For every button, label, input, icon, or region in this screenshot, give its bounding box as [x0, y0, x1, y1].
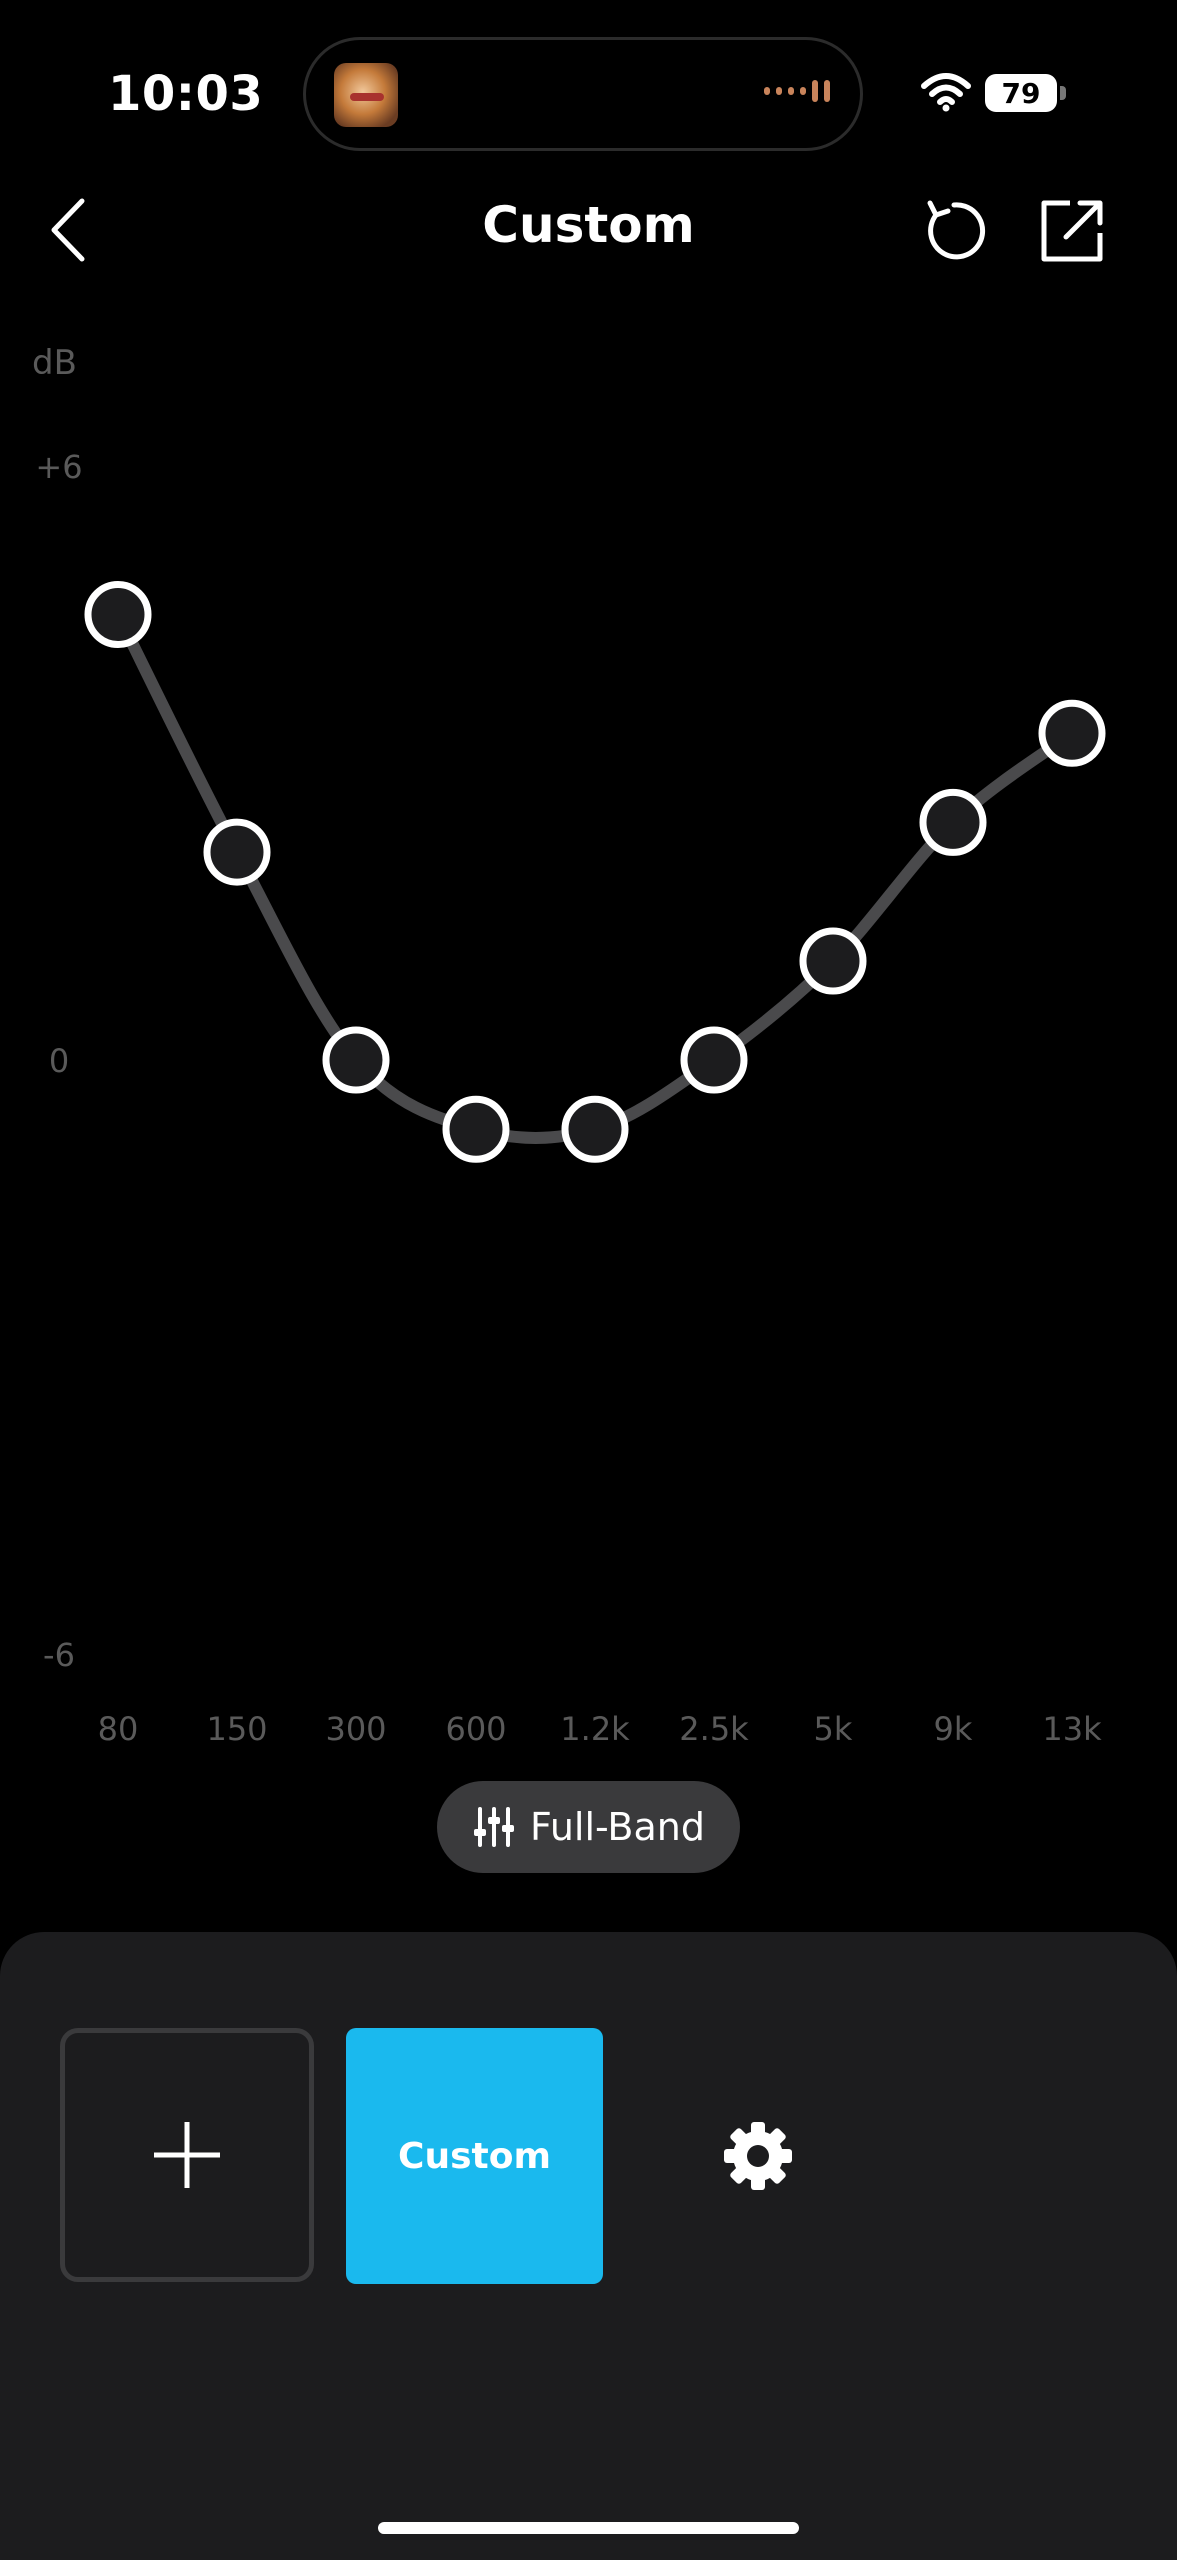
share-icon [1041, 200, 1103, 262]
page-title: Custom [482, 196, 695, 254]
x-tick-label: 2.5k [679, 1710, 749, 1748]
y-tick-label: +6 [35, 448, 82, 486]
album-art [334, 63, 398, 127]
x-tick-label: 9k [934, 1710, 973, 1748]
x-tick-label: 80 [98, 1710, 139, 1748]
battery-tip [1060, 86, 1066, 100]
band-node-2.5k[interactable] [680, 1026, 748, 1094]
sliders-icon [474, 1807, 515, 1847]
full-band-button[interactable]: Full-Band [437, 1781, 740, 1873]
y-axis-label: dB [32, 343, 77, 383]
gear-icon [724, 2122, 792, 2190]
band-node-1.2k[interactable] [561, 1095, 629, 1163]
preset-settings-button[interactable] [720, 2118, 796, 2194]
band-node-600[interactable] [442, 1095, 510, 1163]
add-preset-button[interactable] [60, 2028, 314, 2282]
now-playing-island[interactable] [303, 37, 863, 151]
x-tick-label: 13k [1042, 1710, 1102, 1748]
x-tick-label: 600 [445, 1710, 506, 1748]
full-band-label: Full-Band [530, 1805, 705, 1849]
eq-chart[interactable]: dB +6 0 -6 80 150 300 600 1.2k 2.5k 5k 9k 13k [0, 330, 1177, 1770]
y-tick-label: -6 [43, 1636, 75, 1674]
x-tick-label: 5k [814, 1710, 853, 1748]
status-time: 10:03 [108, 66, 264, 122]
band-node-80[interactable] [84, 581, 152, 648]
x-tick-label: 300 [325, 1710, 386, 1748]
waveform-icon [764, 80, 830, 102]
wifi-icon [921, 73, 971, 112]
band-node-5k[interactable] [799, 927, 867, 995]
band-node-150[interactable] [203, 818, 271, 886]
band-node-9k[interactable] [919, 788, 987, 856]
x-tick-label: 1.2k [560, 1710, 630, 1748]
battery-icon: 79 [985, 74, 1057, 112]
share-button[interactable] [1036, 195, 1108, 267]
home-indicator [378, 2522, 799, 2534]
reset-button[interactable] [918, 195, 990, 267]
band-node-13k[interactable] [1038, 699, 1106, 767]
x-tick-label: 150 [206, 1710, 267, 1748]
preset-custom[interactable]: Custom [346, 2028, 603, 2284]
plus-icon [154, 2122, 220, 2188]
band-node-300[interactable] [322, 1026, 390, 1094]
y-tick-label: 0 [49, 1042, 69, 1080]
eq-chart-svg[interactable]: dB +6 0 -6 80 150 300 600 1.2k 2.5k 5k 9k 13k [0, 330, 1177, 1770]
reset-icon [927, 200, 986, 260]
